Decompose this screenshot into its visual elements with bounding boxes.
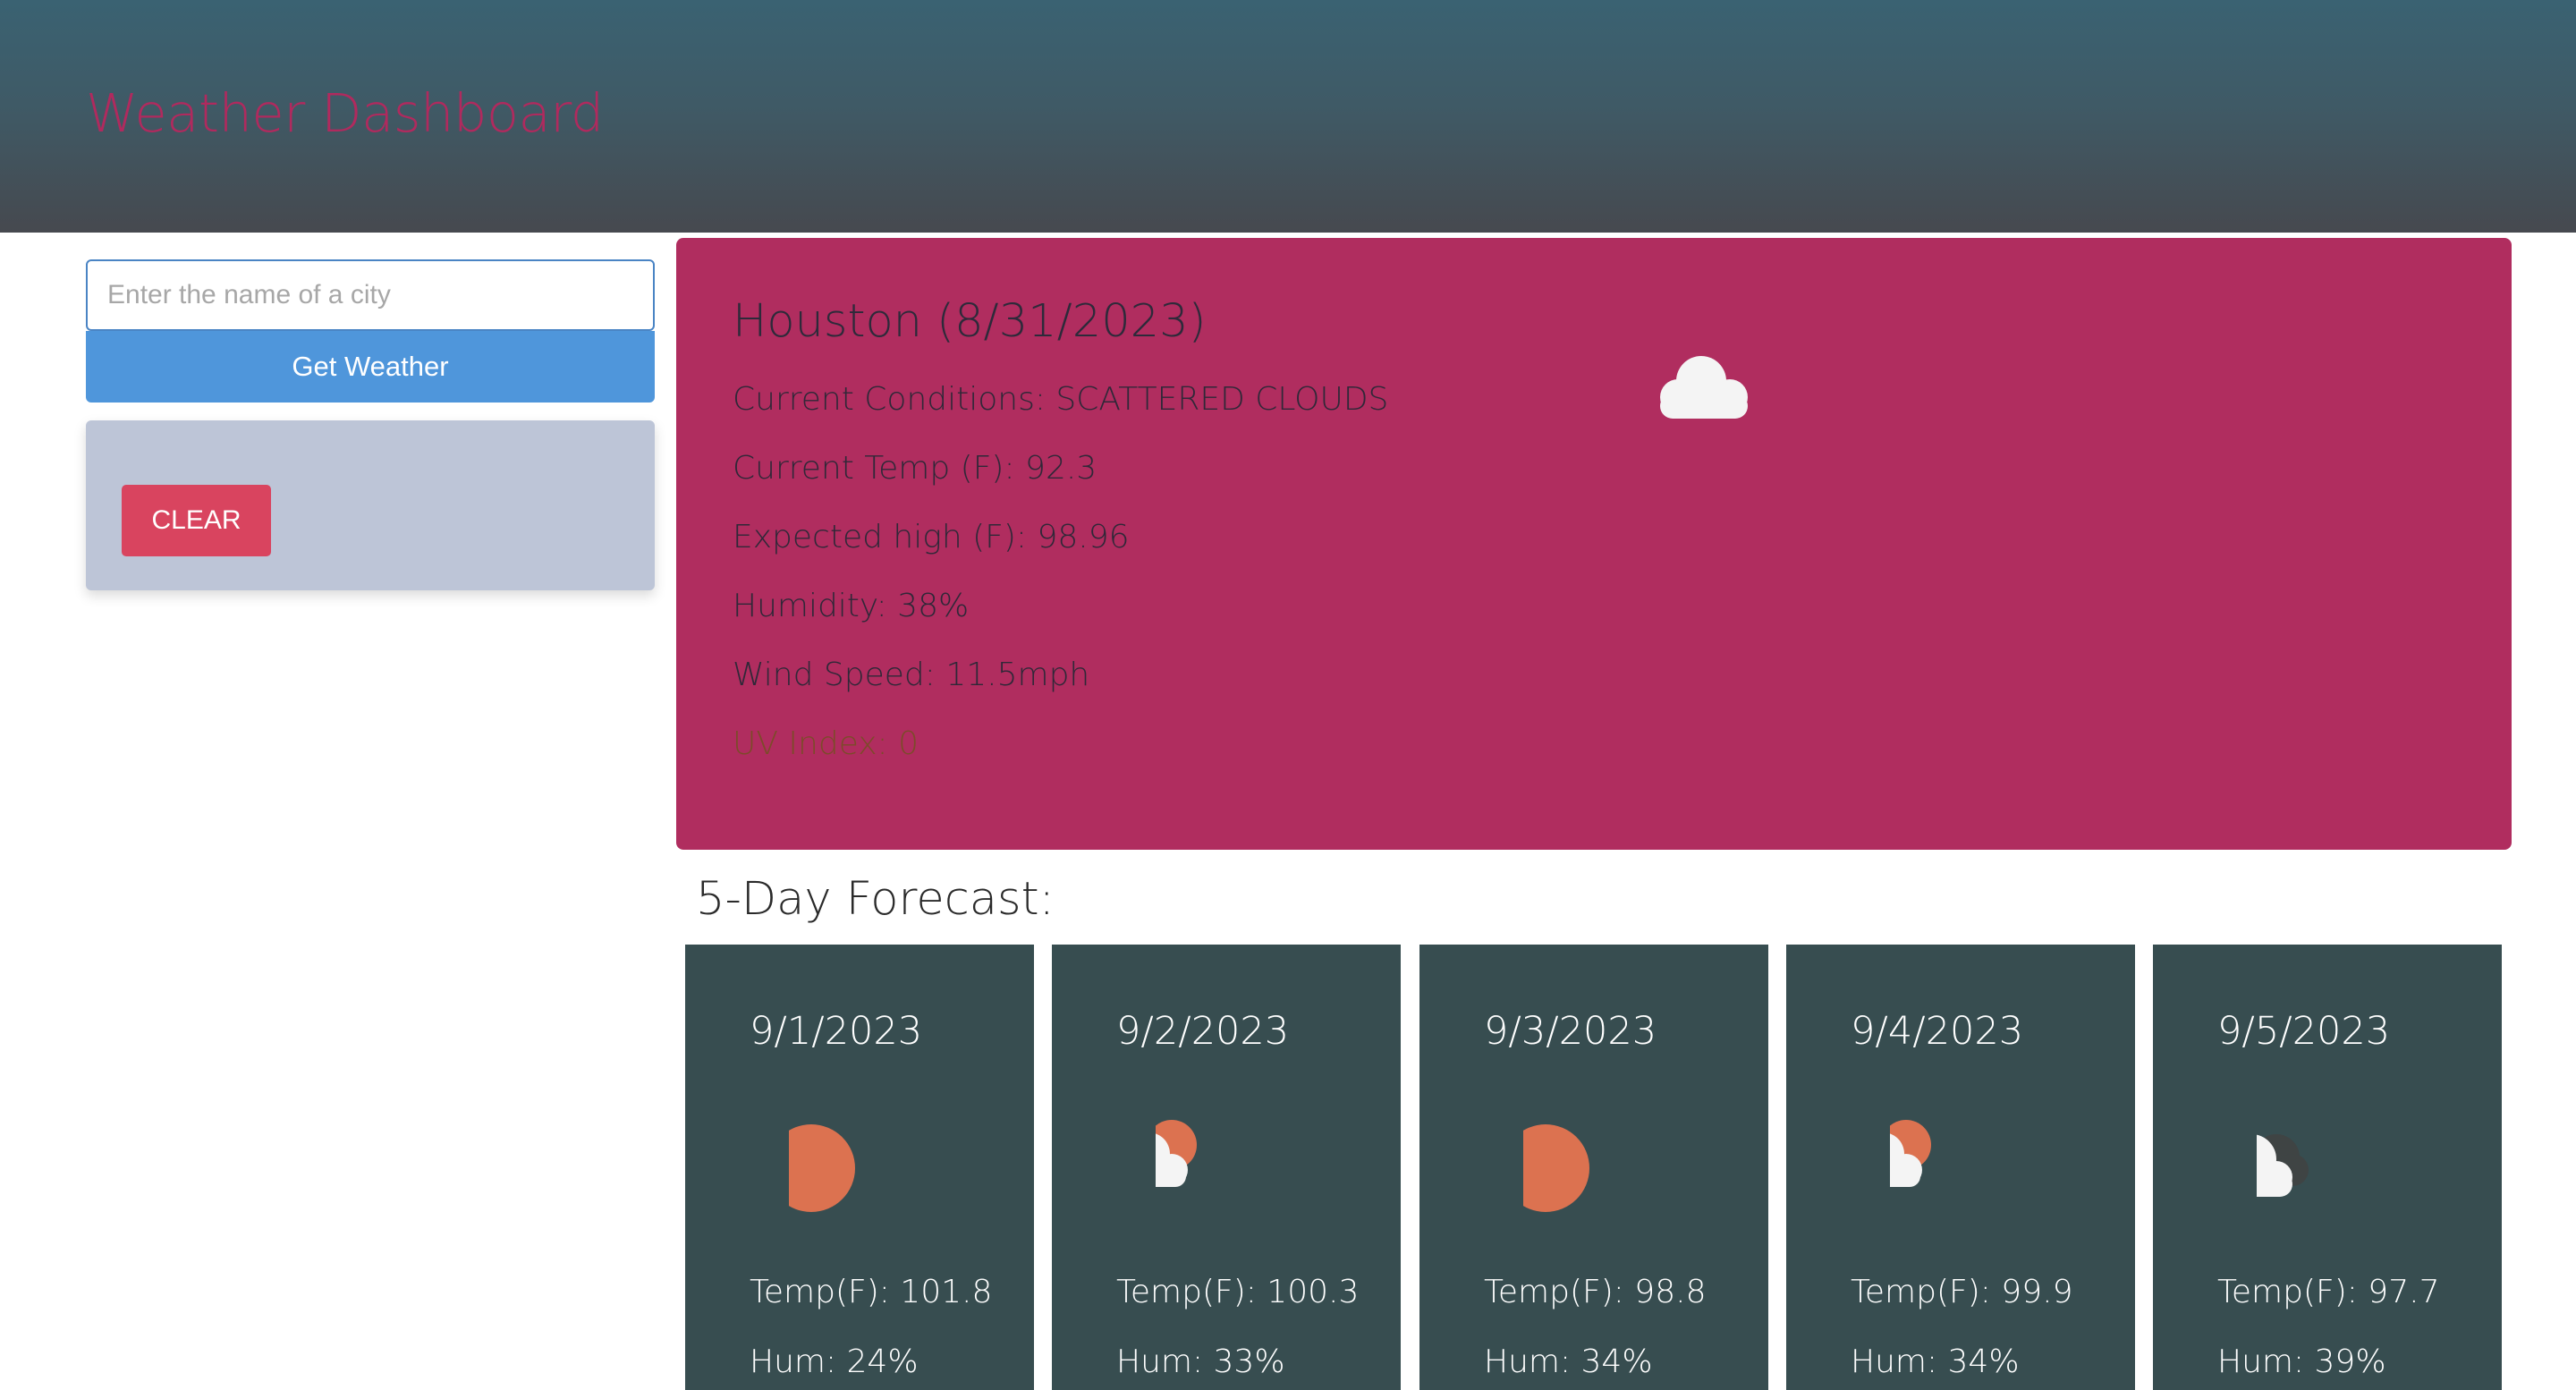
forecast-heading: 5-Day Forecast: — [696, 873, 1055, 926]
partly-cloudy-icon — [1109, 1116, 1281, 1218]
forecast-humidity: Hum: 33% — [1116, 1343, 1285, 1380]
forecast-humidity: Hum: 39% — [2217, 1343, 2386, 1380]
header: Weather Dashboard — [0, 0, 2576, 233]
forecast-humidity: Hum: 34% — [1484, 1343, 1653, 1380]
forecast-humidity: Hum: 34% — [1851, 1343, 2020, 1380]
page-title: Weather Dashboard — [86, 82, 604, 144]
forecast-temp: Temp(F): 97.7 — [2217, 1274, 2440, 1310]
expected-high: Expected high (F): 98.96 — [733, 519, 1130, 555]
city-search-input[interactable] — [86, 259, 655, 331]
sun-icon — [767, 1116, 896, 1227]
current-temp: Current Temp (F): 92.3 — [733, 450, 1097, 487]
current-city-title: Houston (8/31/2023) — [733, 295, 1207, 348]
forecast-card: 9/4/2023 Temp(F): 99.9 Hum: 34% — [1786, 945, 2135, 1390]
forecast-temp: Temp(F): 101.8 — [750, 1274, 993, 1310]
uv-index: UV Index: 0 — [733, 725, 919, 762]
cloud-icon — [1646, 347, 1762, 431]
sun-icon — [1502, 1116, 1631, 1227]
forecast-temp: Temp(F): 99.9 — [1851, 1274, 2073, 1310]
forecast-date: 9/2/2023 — [1116, 1009, 1290, 1054]
forecast-card: 9/1/2023 Temp(F): 101.8 Hum: 24% — [685, 945, 1034, 1390]
forecast-date: 9/5/2023 — [2217, 1009, 2391, 1054]
forecast-humidity: Hum: 24% — [750, 1343, 919, 1380]
get-weather-button[interactable]: Get Weather — [86, 331, 655, 403]
current-humidity: Humidity: 38% — [733, 588, 970, 624]
forecast-card: 9/2/2023 Temp(F): 100.3 Hum: 33% — [1052, 945, 1401, 1390]
forecast-card: 9/5/2023 Temp(F): 97.7 Hum: 39% — [2153, 945, 2502, 1390]
forecast-temp: Temp(F): 98.8 — [1484, 1274, 1707, 1310]
current-conditions: Current Conditions: SCATTERED CLOUDS — [733, 381, 1389, 418]
clear-button[interactable]: CLEAR — [122, 485, 271, 556]
search-history-panel: CLEAR — [86, 420, 655, 590]
broken-clouds-icon — [2208, 1116, 2391, 1218]
current-weather-card: Houston (8/31/2023) Current Conditions: … — [676, 238, 2512, 850]
forecast-date: 9/3/2023 — [1484, 1009, 1657, 1054]
forecast-date: 9/4/2023 — [1851, 1009, 2024, 1054]
forecast-card: 9/3/2023 Temp(F): 98.8 Hum: 34% — [1419, 945, 1768, 1390]
forecast-date: 9/1/2023 — [750, 1009, 923, 1054]
wind-speed: Wind Speed: 11.5mph — [733, 657, 1090, 693]
forecast-temp: Temp(F): 100.3 — [1116, 1274, 1360, 1310]
partly-cloudy-rain-icon — [1843, 1116, 2015, 1227]
